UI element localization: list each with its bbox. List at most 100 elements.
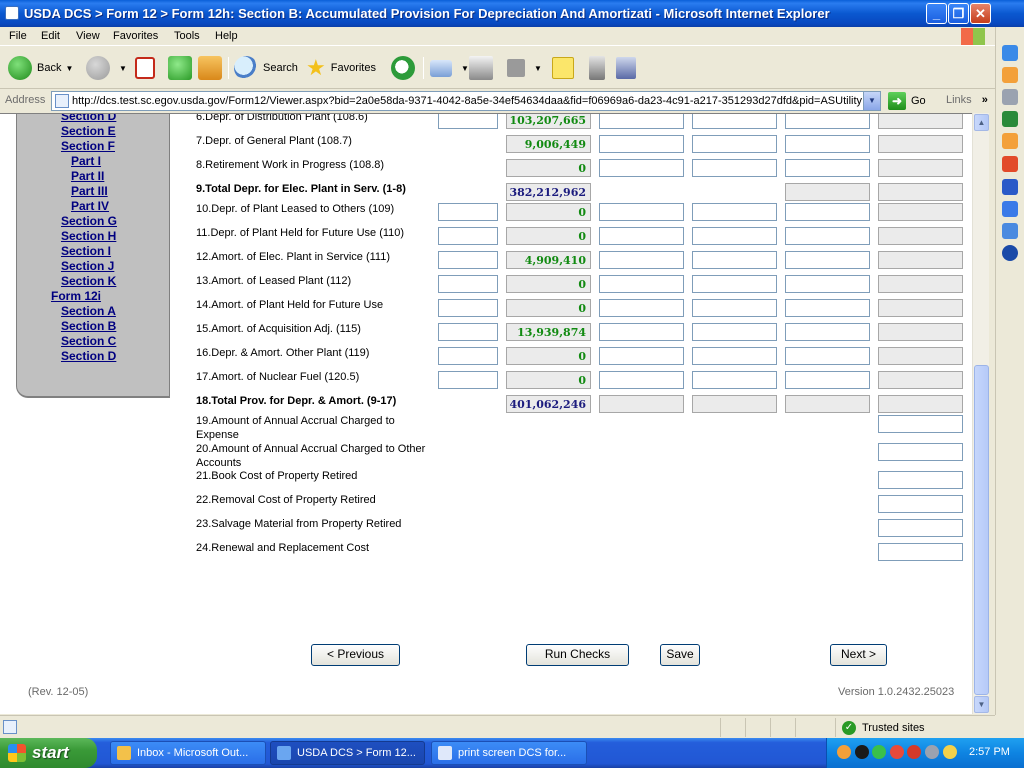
task-outlook[interactable]: Inbox - Microsoft Out... [110, 741, 266, 765]
clock-icon[interactable] [1002, 133, 1018, 149]
input-field[interactable] [785, 347, 870, 365]
input-field[interactable] [785, 371, 870, 389]
clock-icon[interactable] [1002, 67, 1018, 83]
edit-button[interactable]: ▼ [507, 54, 542, 82]
chevron-right-icon[interactable]: » [982, 94, 988, 106]
excel-icon[interactable] [1002, 111, 1018, 127]
input-field[interactable] [599, 135, 684, 153]
input-field[interactable] [692, 347, 777, 365]
forward-dropdown-icon[interactable]: ▼ [119, 64, 127, 73]
input-field[interactable] [878, 543, 963, 561]
input-field[interactable] [785, 203, 870, 221]
forward-button[interactable]: ▼ [86, 54, 127, 82]
nav-part-iii[interactable]: Part III [71, 184, 108, 198]
home-button[interactable] [198, 54, 227, 82]
messenger-button[interactable] [589, 54, 610, 82]
menu-help[interactable]: Help [215, 30, 238, 42]
input-field[interactable] [785, 251, 870, 269]
start-button[interactable]: start [0, 738, 97, 768]
nav-section-f[interactable]: Section F [61, 139, 115, 153]
menu-view[interactable]: View [76, 30, 100, 42]
menu-edit[interactable]: Edit [41, 30, 60, 42]
powerpoint-icon[interactable] [1002, 156, 1018, 172]
input-field[interactable] [599, 114, 684, 129]
print-button[interactable] [469, 54, 498, 82]
input-field[interactable] [438, 114, 498, 129]
nav-part-i[interactable]: Part I [71, 154, 101, 168]
menu-tools[interactable]: Tools [174, 30, 200, 42]
refresh-button[interactable] [168, 54, 197, 82]
user-icon[interactable] [1002, 223, 1018, 239]
scroll-up-icon[interactable]: ▲ [974, 114, 989, 131]
save-button[interactable]: Save [660, 644, 700, 666]
nav-section-g[interactable]: Section G [61, 214, 117, 228]
stop-button[interactable] [135, 54, 160, 82]
address-input[interactable]: http://dcs.test.sc.egov.usda.gov/Form12/… [51, 91, 881, 111]
nav-section-e[interactable]: Section E [61, 124, 116, 138]
nav-part-iv[interactable]: Part IV [71, 199, 109, 213]
input-field[interactable] [438, 347, 498, 365]
input-field[interactable] [785, 299, 870, 317]
menu-favorites[interactable]: Favorites [113, 30, 158, 42]
address-url[interactable]: http://dcs.test.sc.egov.usda.gov/Form12/… [72, 95, 862, 107]
clock-icon[interactable] [837, 745, 851, 759]
previous-button[interactable]: < Previous [311, 644, 400, 666]
nav-section-k[interactable]: Section K [61, 274, 116, 288]
discuss-button[interactable] [552, 54, 579, 82]
ie-icon[interactable] [1002, 45, 1018, 61]
input-field[interactable] [785, 159, 870, 177]
input-field[interactable] [692, 275, 777, 293]
input-field[interactable] [599, 371, 684, 389]
input-field[interactable] [878, 495, 963, 513]
input-field[interactable] [785, 227, 870, 245]
input-field[interactable] [878, 415, 963, 433]
volume-icon[interactable] [925, 745, 939, 759]
back-button[interactable]: Back ▼ [8, 54, 73, 82]
maximize-button[interactable]: ❐ [948, 3, 969, 24]
input-field[interactable] [878, 519, 963, 537]
search-button[interactable]: Search [234, 54, 298, 82]
nav-12i-section-a[interactable]: Section A [61, 304, 116, 318]
media-player-icon[interactable] [1002, 245, 1018, 261]
input-field[interactable] [438, 251, 498, 269]
task-ie[interactable]: USDA DCS > Form 12... [270, 741, 425, 765]
input-field[interactable] [599, 159, 684, 177]
scroll-thumb[interactable] [974, 365, 989, 695]
edit-dropdown-icon[interactable]: ▼ [534, 64, 542, 73]
input-field[interactable] [692, 203, 777, 221]
security-icon[interactable] [890, 745, 904, 759]
next-button[interactable]: Next > [830, 644, 887, 666]
nav-part-ii[interactable]: Part II [71, 169, 104, 183]
input-field[interactable] [692, 251, 777, 269]
network-icon[interactable] [872, 745, 886, 759]
input-field[interactable] [438, 275, 498, 293]
go-button[interactable]: ➜ Go [888, 92, 926, 110]
back-dropdown-icon[interactable]: ▼ [65, 64, 73, 73]
input-field[interactable] [599, 347, 684, 365]
nav-12i-section-c[interactable]: Section C [61, 334, 116, 348]
input-field[interactable] [599, 203, 684, 221]
input-field[interactable] [692, 371, 777, 389]
nav-section-j[interactable]: Section J [61, 259, 114, 273]
input-field[interactable] [438, 227, 498, 245]
input-field[interactable] [692, 159, 777, 177]
input-field[interactable] [692, 323, 777, 341]
nav-form-12i[interactable]: Form 12i [51, 289, 101, 303]
input-field[interactable] [692, 227, 777, 245]
warning-icon[interactable] [855, 745, 869, 759]
menu-file[interactable]: File [9, 30, 27, 42]
input-field[interactable] [599, 275, 684, 293]
input-field[interactable] [878, 443, 963, 461]
address-dropdown-icon[interactable]: ▼ [863, 92, 880, 110]
vertical-scrollbar[interactable]: ▲ ▼ [972, 113, 989, 714]
scroll-down-icon[interactable]: ▼ [974, 696, 989, 713]
refresh-app-icon[interactable] [1002, 201, 1018, 217]
close-button[interactable]: ✕ [970, 3, 991, 24]
people-icon[interactable] [1002, 89, 1018, 105]
tray-app-icon[interactable] [943, 745, 957, 759]
links-toolbar[interactable]: Links » [946, 94, 988, 106]
input-field[interactable] [692, 135, 777, 153]
security-zone[interactable]: ✓ Trusted sites [842, 721, 925, 735]
input-field[interactable] [599, 251, 684, 269]
input-field[interactable] [599, 323, 684, 341]
